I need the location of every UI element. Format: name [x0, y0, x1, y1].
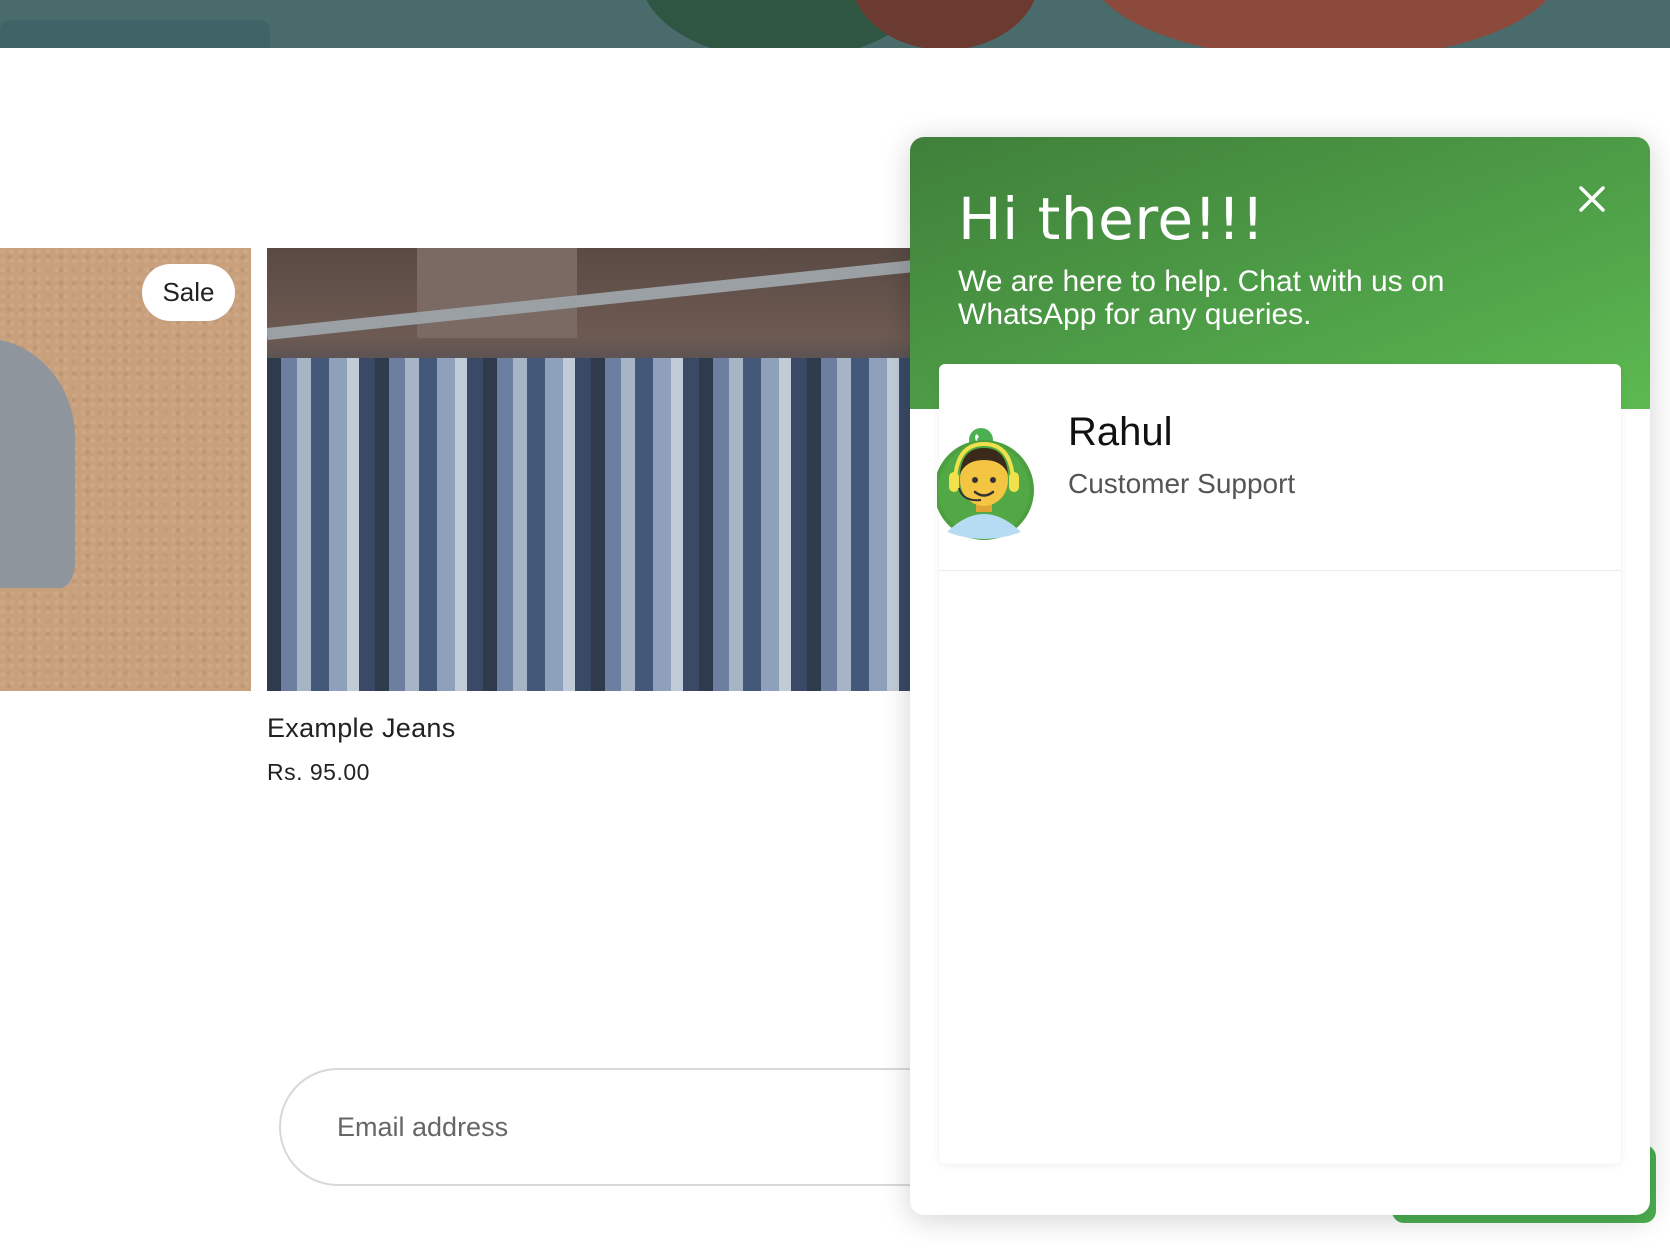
agent-avatar	[934, 428, 1037, 540]
chat-subtitle: We are here to help. Chat with us on Wha…	[958, 265, 1445, 331]
page: Sale Example Jeans Rs. 95.00 Hi there!!!…	[0, 0, 1670, 1248]
clothes-rail	[267, 254, 910, 340]
product-image-jeans[interactable]	[267, 248, 910, 691]
chat-title: Hi there!!!	[958, 185, 1265, 253]
agent-card-rahul[interactable]: Rahul Customer Support	[934, 364, 1621, 571]
chat-body: Rahul Customer Support	[934, 364, 1621, 1164]
agent-name: Rahul	[1068, 410, 1173, 454]
sale-badge: Sale	[142, 264, 235, 321]
beanie-shape	[0, 338, 75, 588]
background-window	[417, 248, 577, 338]
whatsapp-chat-widget: Hi there!!! We are here to help. Chat wi…	[910, 137, 1650, 1215]
hanging-jeans	[267, 358, 910, 691]
product-price: Rs. 95.00	[267, 759, 370, 785]
hero-banner-image	[0, 0, 1670, 48]
close-icon[interactable]	[1572, 179, 1612, 219]
product-title[interactable]: Example Jeans	[267, 713, 456, 744]
agent-role: Customer Support	[1068, 468, 1296, 499]
